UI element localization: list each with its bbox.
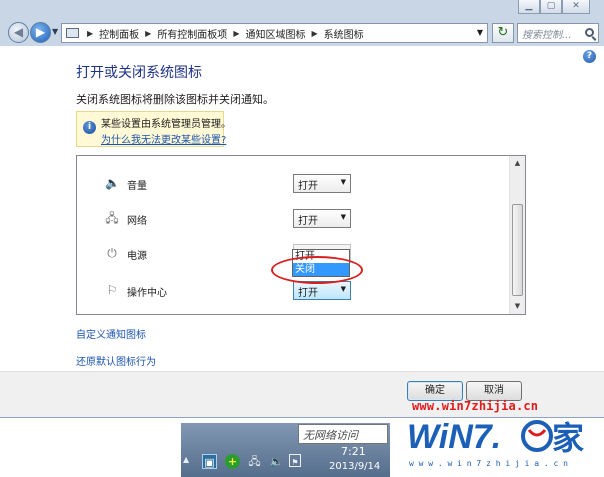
ok-button[interactable]: 确定 [407,381,463,401]
plus-tray-icon[interactable]: + [225,454,240,469]
page-subtitle: 关闭系统图标将删除该图标并关闭通知。 [76,93,274,106]
list-item-network: 🖧 网络 打开 ▼ [77,207,511,231]
select-value: 打开 [298,181,318,192]
close-button[interactable]: ✕ [562,0,590,14]
bottom-links: 自定义通知图标 还原默认图标行为 [76,326,156,368]
info-text: 某些设置由系统管理员管理。 [101,119,231,130]
maximize-button[interactable]: ▢ [540,0,562,14]
restore-default-behavior-link[interactable]: 还原默认图标行为 [76,353,156,368]
svg-text:w w w . w i n 7 z h i j i a .: w w w . w i n 7 z h i j i a . c n [409,459,568,468]
recent-pages-dropdown-icon[interactable]: ▼ [52,27,58,36]
row-label: 音量 [127,181,147,192]
control-panel-icon [66,28,79,38]
refresh-icon: ↻ [497,25,509,40]
clock-time[interactable]: 7:21 [341,445,366,458]
dropdown-arrow-icon: ▼ [340,213,346,221]
chevron-right-icon[interactable]: ▶ [141,29,155,38]
cancel-button[interactable]: 取消 [466,381,522,401]
list-item-volume: 🔈 音量 打开 ▼ [77,172,511,196]
watermark-url: www.win7zhijia.cn [412,399,539,413]
win7-logo: WiN7. 家 w w w . w i n 7 z h i j i a . c … [407,418,584,468]
list-item-action-center: ⚐ 操作中心 打开 ▼ [77,279,511,303]
breadcrumb-notification-area-icons[interactable]: 通知区域图标 [243,26,307,41]
volume-behavior-select[interactable]: 打开 ▼ [293,174,351,193]
network-behavior-select[interactable]: 打开 ▼ [293,209,351,228]
breadcrumb-all-items[interactable]: 所有控制面板项 [155,26,229,41]
dropdown-arrow-icon: ▼ [340,178,346,186]
address-bar[interactable]: ▶ 控制面板 ▶ 所有控制面板项 ▶ 通知区域图标 ▶ 系统图标 ▼ [61,23,488,43]
row-label: 电源 [127,251,147,262]
customize-notification-icons-link[interactable]: 自定义通知图标 [76,326,156,341]
chevron-right-icon[interactable]: ▶ [307,29,321,38]
row-label: 操作中心 [127,288,167,299]
help-icon[interactable]: ? [583,50,596,63]
svg-text:家: 家 [552,420,584,456]
list-scrollbar[interactable]: ▲ ▼ [509,156,525,314]
window-controls: ▁ ▢ ✕ [518,0,590,14]
refresh-button[interactable]: ↻ [492,23,514,43]
select-value: 打开 [298,216,318,227]
minimize-button[interactable]: ▁ [518,0,540,14]
clock-date[interactable]: 2013/9/14 [329,461,380,472]
app-tray-icon[interactable]: ▣ [202,454,217,469]
dropdown-arrow-icon: ▼ [340,285,346,293]
speaker-icon[interactable]: 🔈 [269,454,284,469]
why-cant-change-link[interactable]: 为什么我无法更改某些设置? [101,131,226,146]
select-value: 打开 [298,288,318,299]
network-icon[interactable]: 🖧 [247,454,262,469]
show-hidden-icons-icon[interactable]: ▲ [183,455,189,464]
info-icon: i [83,121,96,134]
scrollbar-thumb[interactable] [512,204,523,296]
address-dropdown-icon[interactable]: ▼ [477,28,483,37]
admin-info-box: i 某些设置由系统管理员管理。 为什么我无法更改某些设置? [76,111,231,147]
taskbar-tray: 无网络访问 ▲ ▣ + 🖧 🔈 ⚑ 7:21 2013/9/14 [181,423,390,477]
search-icon[interactable] [585,28,594,37]
breadcrumb-control-panel[interactable]: 控制面板 [97,26,141,41]
row-label: 网络 [127,216,147,227]
chevron-right-icon[interactable]: ▶ [229,29,243,38]
flag-icon: ⚐ [106,283,118,297]
highlight-circle [271,256,363,284]
power-icon: ⏻ [107,246,117,260]
scroll-up-icon[interactable]: ▲ [510,156,525,171]
network-tooltip: 无网络访问 [298,424,388,444]
back-button[interactable]: ◀ [8,22,29,43]
page-title: 打开或关闭系统图标 [76,65,202,81]
svg-text:WiN7.: WiN7. [407,418,501,456]
control-panel-window: ▁ ▢ ✕ ◀ ▶ ▼ ▶ 控制面板 ▶ 所有控制面板项 ▶ 通知区域图标 ▶ … [0,0,604,418]
network-icon: 🖧 [105,211,119,225]
scroll-down-icon[interactable]: ▼ [510,299,525,314]
search-input[interactable]: 搜索控制... [517,23,599,43]
speaker-icon: 🔈 [105,176,120,190]
breadcrumb-system-icons[interactable]: 系统图标 [322,26,366,41]
content-area: ? 打开或关闭系统图标 关闭系统图标将删除该图标并关闭通知。 i 某些设置由系统… [0,46,604,371]
search-placeholder: 搜索控制... [522,30,572,41]
chevron-right-icon[interactable]: ▶ [83,29,97,38]
forward-button[interactable]: ▶ [30,22,51,43]
action-center-icon[interactable]: ⚑ [289,454,301,467]
system-icons-list: 🔈 音量 打开 ▼ 🖧 网络 打开 ▼ ⏻ 电源 关闭 [76,155,526,315]
